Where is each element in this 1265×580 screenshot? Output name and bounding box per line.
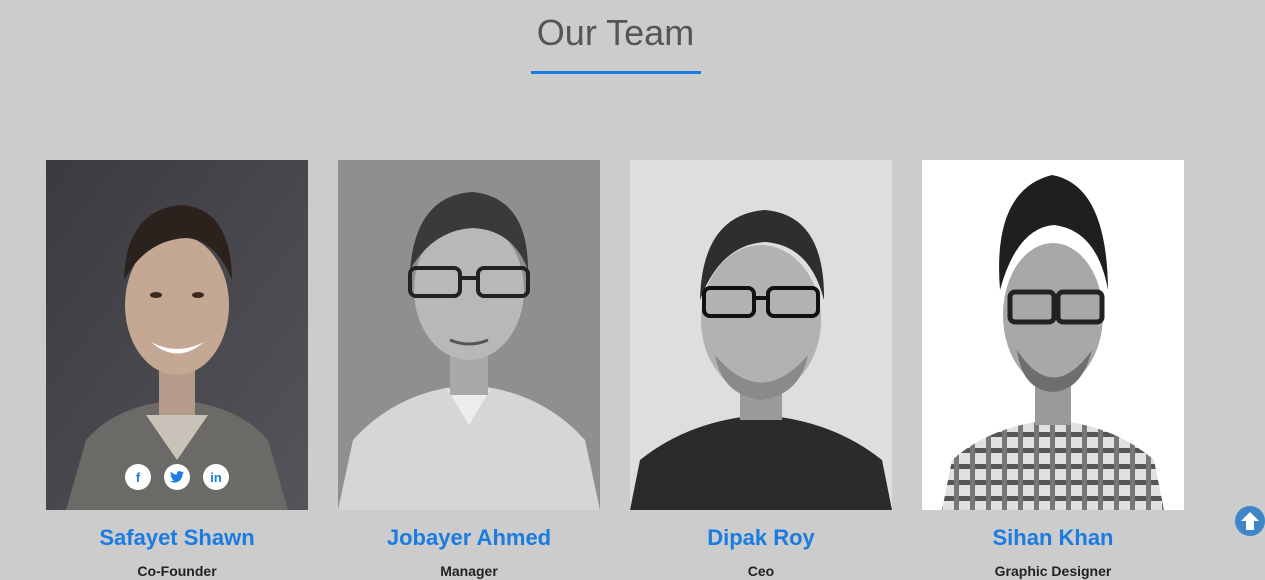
team-member-card: Dipak Roy Ceo (630, 160, 892, 580)
member-photo (338, 160, 600, 510)
linkedin-icon[interactable]: in (203, 464, 229, 490)
social-links: f in (46, 464, 308, 490)
member-name: Sihan Khan (992, 525, 1114, 550)
facebook-icon[interactable]: f (125, 464, 151, 490)
member-name: Dipak Roy (707, 525, 815, 550)
member-role: Ceo (747, 563, 775, 579)
member-role: Manager (440, 563, 498, 579)
team-grid: f in Safayet Shawn Co-Founder Jobayer Ah… (46, 160, 1184, 580)
team-member-card: f in Safayet Shawn Co-Founder (46, 160, 308, 580)
member-photo (922, 160, 1184, 510)
team-member-card: Sihan Khan Graphic Designer (922, 160, 1184, 580)
member-name: Safayet Shawn (99, 525, 255, 550)
title-underline (531, 71, 701, 74)
member-name: Jobayer Ahmed (386, 525, 552, 550)
team-member-card: Jobayer Ahmed Manager (338, 160, 600, 580)
arrow-up-circle-icon[interactable] (1235, 506, 1265, 536)
member-photo: f in (46, 160, 308, 510)
member-role: Graphic Designer (994, 563, 1112, 579)
section-title: Our Team (536, 12, 695, 53)
member-photo (630, 160, 892, 510)
member-role: Co-Founder (137, 563, 217, 579)
twitter-icon[interactable] (164, 464, 190, 490)
